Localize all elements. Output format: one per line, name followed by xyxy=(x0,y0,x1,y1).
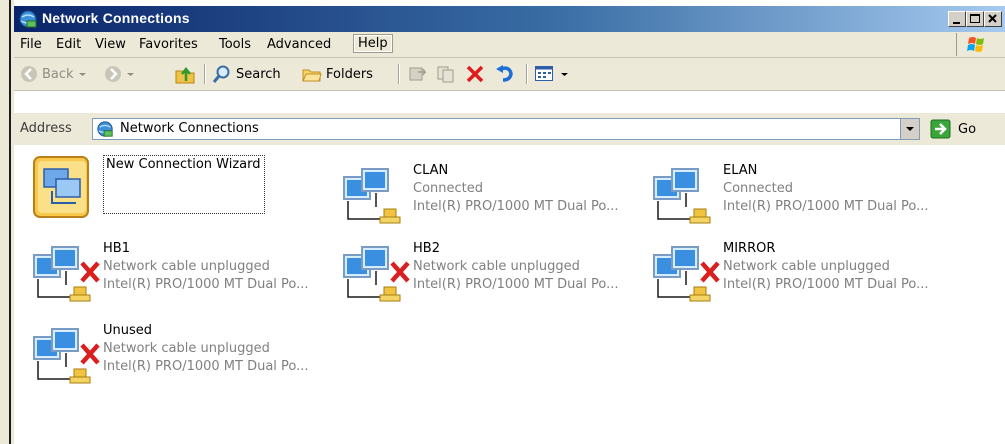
menu-help[interactable]: Help xyxy=(353,34,393,53)
left-edge xyxy=(0,0,14,444)
item-device: Intel(R) PRO/1000 MT Dual Po... xyxy=(413,277,619,292)
views-icon xyxy=(535,66,553,81)
menu-edit[interactable]: Edit xyxy=(56,37,81,52)
standard-toolbar: Back Search Folders xyxy=(14,58,1005,91)
item-name: ELAN xyxy=(723,163,758,178)
delete-button[interactable] xyxy=(464,62,486,86)
list-item[interactable]: New Connection Wizard xyxy=(30,155,330,225)
item-name: MIRROR xyxy=(723,241,776,256)
list-item[interactable]: CLAN Connected Intel(R) PRO/1000 MT Dual… xyxy=(340,163,640,233)
move-to-icon xyxy=(409,67,427,81)
menu-file[interactable]: File xyxy=(20,37,42,52)
list-item[interactable]: HB1 Network cable unplugged Intel(R) PRO… xyxy=(30,241,330,311)
item-status: Network cable unplugged xyxy=(103,341,270,356)
chevron-down-icon xyxy=(78,73,86,76)
copy-to-button[interactable] xyxy=(436,62,456,86)
list-item[interactable]: HB2 Network cable unplugged Intel(R) PRO… xyxy=(340,241,640,311)
maximize-button[interactable] xyxy=(966,11,984,27)
folders-button[interactable]: Folders xyxy=(302,62,373,86)
item-name: New Connection Wizard xyxy=(106,157,261,172)
folder-icon xyxy=(302,69,322,82)
item-status: Connected xyxy=(723,181,794,196)
forward-button[interactable] xyxy=(104,62,135,86)
menu-view[interactable]: View xyxy=(95,37,126,52)
chevron-down-icon xyxy=(561,73,568,76)
back-arrow-icon xyxy=(21,66,37,82)
lan-connection-icon xyxy=(343,168,401,224)
views-button[interactable] xyxy=(534,62,569,86)
undo-icon xyxy=(496,65,513,82)
item-status: Network cable unplugged xyxy=(413,259,580,274)
address-input[interactable]: Network Connections xyxy=(92,118,902,140)
item-device: Intel(R) PRO/1000 MT Dual Po... xyxy=(723,199,929,214)
item-name: Unused xyxy=(103,323,153,338)
menu-favorites[interactable]: Favorites xyxy=(139,37,198,52)
up-folder-icon xyxy=(175,66,195,84)
menu-bar: File Edit View Favorites Tools Advanced … xyxy=(14,32,1005,58)
menu-advanced[interactable]: Advanced xyxy=(267,37,331,52)
lan-disconnected-icon xyxy=(343,246,410,302)
list-item[interactable]: ELAN Connected Intel(R) PRO/1000 MT Dual… xyxy=(650,163,950,233)
go-button[interactable]: Go xyxy=(930,118,976,140)
item-status: Network cable unplugged xyxy=(103,259,270,274)
item-device: Intel(R) PRO/1000 MT Dual Po... xyxy=(723,277,929,292)
chevron-down-icon xyxy=(906,127,914,131)
search-icon xyxy=(212,65,230,83)
undo-button[interactable] xyxy=(494,62,516,86)
item-device: Intel(R) PRO/1000 MT Dual Po... xyxy=(103,359,309,374)
list-item[interactable]: Unused Network cable unplugged Intel(R) … xyxy=(30,323,330,393)
windows-logo-icon xyxy=(956,33,997,56)
lan-disconnected-icon xyxy=(33,246,100,302)
chevron-down-icon xyxy=(127,73,134,76)
title-bar[interactable]: Network Connections xyxy=(14,6,1005,32)
lan-disconnected-icon xyxy=(653,246,720,302)
item-status: Connected xyxy=(413,181,484,196)
explorer-window: Network Connections File Edit View Favor… xyxy=(14,0,1005,444)
new-connection-wizard-icon xyxy=(33,156,89,218)
search-button[interactable]: Search xyxy=(212,62,281,86)
delete-icon xyxy=(466,65,484,83)
item-name: CLAN xyxy=(413,163,449,178)
minimize-button[interactable] xyxy=(948,11,966,27)
address-label: Address xyxy=(20,121,72,136)
item-name: HB1 xyxy=(103,241,130,256)
connections-view: New Connection Wizard CLAN Connected Int… xyxy=(14,145,1005,444)
item-device: Intel(R) PRO/1000 MT Dual Po... xyxy=(103,277,309,292)
back-button[interactable]: Back xyxy=(20,62,87,86)
lan-disconnected-icon xyxy=(33,328,100,384)
go-arrow-icon xyxy=(930,119,951,139)
address-dropdown-button[interactable] xyxy=(900,118,920,140)
lan-connection-icon xyxy=(653,168,711,224)
menu-tools[interactable]: Tools xyxy=(219,37,251,52)
network-connections-icon xyxy=(97,121,113,137)
list-item[interactable]: MIRROR Network cable unplugged Intel(R) … xyxy=(650,241,950,311)
move-to-button[interactable] xyxy=(408,62,428,86)
copy-to-icon xyxy=(437,66,454,83)
forward-arrow-icon xyxy=(105,66,121,82)
close-button[interactable] xyxy=(984,11,1002,27)
item-name: HB2 xyxy=(413,241,440,256)
window-title: Network Connections xyxy=(42,10,190,26)
item-status: Network cable unplugged xyxy=(723,259,890,274)
item-device: Intel(R) PRO/1000 MT Dual Po... xyxy=(413,199,619,214)
up-folder-button[interactable] xyxy=(174,62,196,86)
address-value: Network Connections xyxy=(120,121,259,136)
address-bar: Address Network Connections Go xyxy=(14,112,1005,146)
network-connections-icon xyxy=(19,10,37,28)
